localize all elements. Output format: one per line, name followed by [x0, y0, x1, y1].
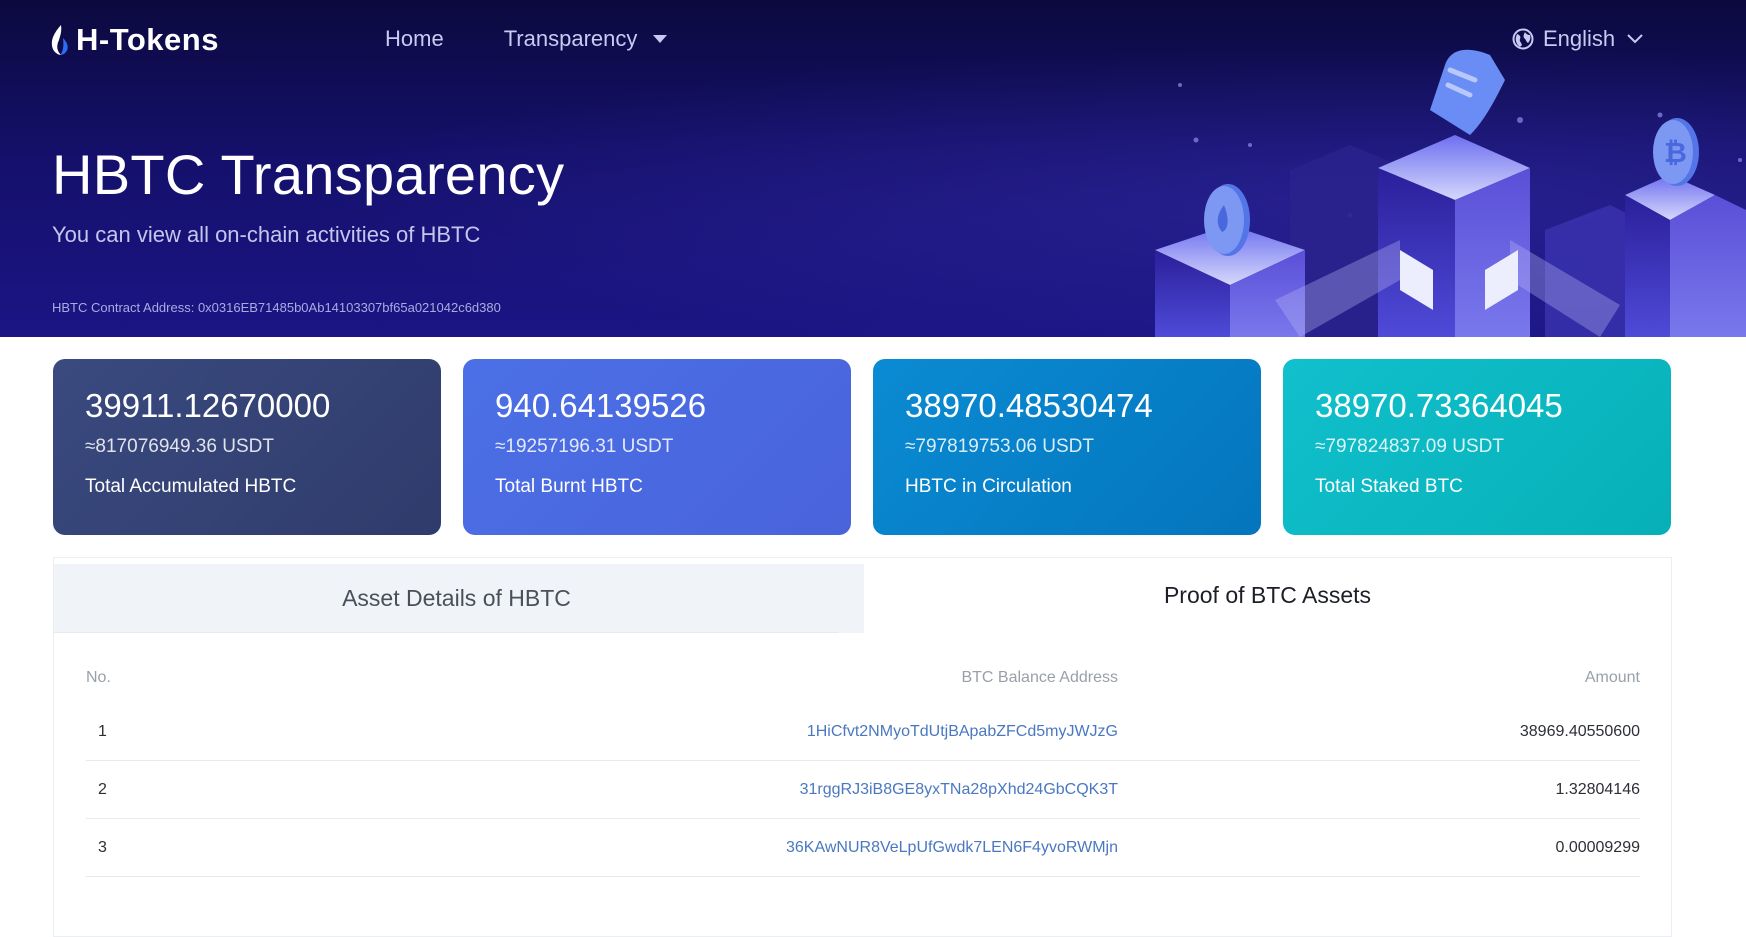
hero-banner: H-Tokens Home Transparency English HBTC … — [0, 0, 1746, 337]
card-value: 940.64139526 — [495, 387, 707, 424]
card-value: 38970.73364045 — [1315, 387, 1563, 424]
card-usdt: ≈19257196.31 USDT — [495, 436, 674, 457]
column-header-amount: Amount — [1584, 669, 1640, 686]
page-subtitle: You can view all on-chain activities of … — [52, 222, 481, 247]
table-header: No. BTC Balance Address Amount — [86, 653, 1640, 703]
nav-transparency-label: Transparency — [503, 26, 638, 51]
flame-logo-icon — [51, 25, 68, 55]
huobi-coin-icon — [1204, 184, 1250, 256]
card-value: 39911.12670000 — [85, 387, 331, 424]
tab-asset-details-label: Asset Details of HBTC — [342, 584, 571, 611]
card-label: Total Burnt HBTC — [495, 476, 643, 497]
assets-panel: Asset Details of HBTC Proof of BTC Asset… — [53, 557, 1672, 937]
column-header-address: BTC Balance Address — [961, 669, 1118, 686]
row-amount: 1.32804146 — [1555, 780, 1640, 798]
card-value: 38970.48530474 — [905, 387, 1153, 424]
bitcoin-coin-icon: ₿ — [1653, 118, 1699, 186]
card-total-staked: 38970.73364045 ≈797824837.09 USDT Total … — [1283, 359, 1671, 535]
card-label: Total Accumulated HBTC — [85, 476, 297, 497]
main-nav: Home Transparency — [385, 26, 668, 52]
card-label: Total Staked BTC — [1315, 476, 1463, 497]
btc-assets-table: No. BTC Balance Address Amount 1 1HiCfvt… — [86, 653, 1640, 877]
btc-address-link[interactable]: 36KAwNUR8VeLpUfGwdk7LEN6F4yvoRWMjn — [786, 839, 1118, 856]
card-label: HBTC in Circulation — [905, 476, 1072, 497]
caret-down-icon — [653, 35, 668, 43]
right-pillar — [1625, 175, 1746, 337]
card-total-accumulated: 39911.12670000 ≈817076949.36 USDT Total … — [53, 359, 441, 535]
row-no: 2 — [98, 780, 107, 798]
svg-text:₿: ₿ — [1664, 137, 1687, 168]
row-no: 3 — [98, 838, 107, 856]
nav-home[interactable]: Home — [385, 26, 444, 52]
tab-proof-of-assets-label: Proof of BTC Assets — [1163, 582, 1372, 608]
contract-address: HBTC Contract Address: 0x0316EB71485b0Ab… — [52, 300, 501, 315]
tab-bar: Asset Details of HBTC Proof of BTC Asset… — [54, 558, 1671, 633]
column-header-no: No. — [86, 669, 111, 686]
stats-cards: 39911.12670000 ≈817076949.36 USDT Total … — [53, 359, 1671, 535]
row-amount: 38969.40550600 — [1519, 722, 1640, 740]
btc-address-link[interactable]: 31rggRJ3iB8GE8yxTNa28pXhd24GbCQK3T — [800, 781, 1118, 798]
hero-illustration: ₿ — [1155, 49, 1746, 337]
row-no: 1 — [98, 722, 107, 740]
row-amount: 0.00009299 — [1555, 838, 1640, 856]
receipt-icon — [1430, 49, 1505, 135]
center-pillar — [1378, 135, 1530, 337]
table-row: 3 36KAwNUR8VeLpUfGwdk7LEN6F4yvoRWMjn 0.0… — [86, 819, 1640, 877]
card-usdt: ≈797819753.06 USDT — [905, 436, 1094, 457]
btc-address-link[interactable]: 1HiCfvt2NMyoTdUtjBApabZFCd5myJWJzG — [807, 723, 1118, 740]
card-usdt: ≈797824837.09 USDT — [1315, 436, 1504, 457]
card-in-circulation: 38970.48530474 ≈797819753.06 USDT HBTC i… — [873, 359, 1261, 535]
card-usdt: ≈817076949.36 USDT — [85, 436, 274, 457]
nav-transparency[interactable]: Transparency — [504, 26, 668, 52]
nav-home-label: Home — [385, 26, 444, 51]
tab-asset-details[interactable]: Asset Details of HBTC — [54, 564, 859, 633]
logo[interactable]: H-Tokens — [50, 22, 219, 58]
card-total-burnt: 940.64139526 ≈19257196.31 USDT Total Bur… — [463, 359, 851, 535]
table-row: 1 1HiCfvt2NMyoTdUtjBApabZFCd5myJWJzG 389… — [86, 703, 1640, 761]
table-row: 2 31rggRJ3iB8GE8yxTNa28pXhd24GbCQK3T 1.3… — [86, 761, 1640, 819]
tab-proof-of-assets[interactable]: Proof of BTC Assets — [864, 558, 1671, 633]
page-title: HBTC Transparency — [52, 143, 565, 206]
logo-text: H-Tokens — [76, 22, 219, 57]
